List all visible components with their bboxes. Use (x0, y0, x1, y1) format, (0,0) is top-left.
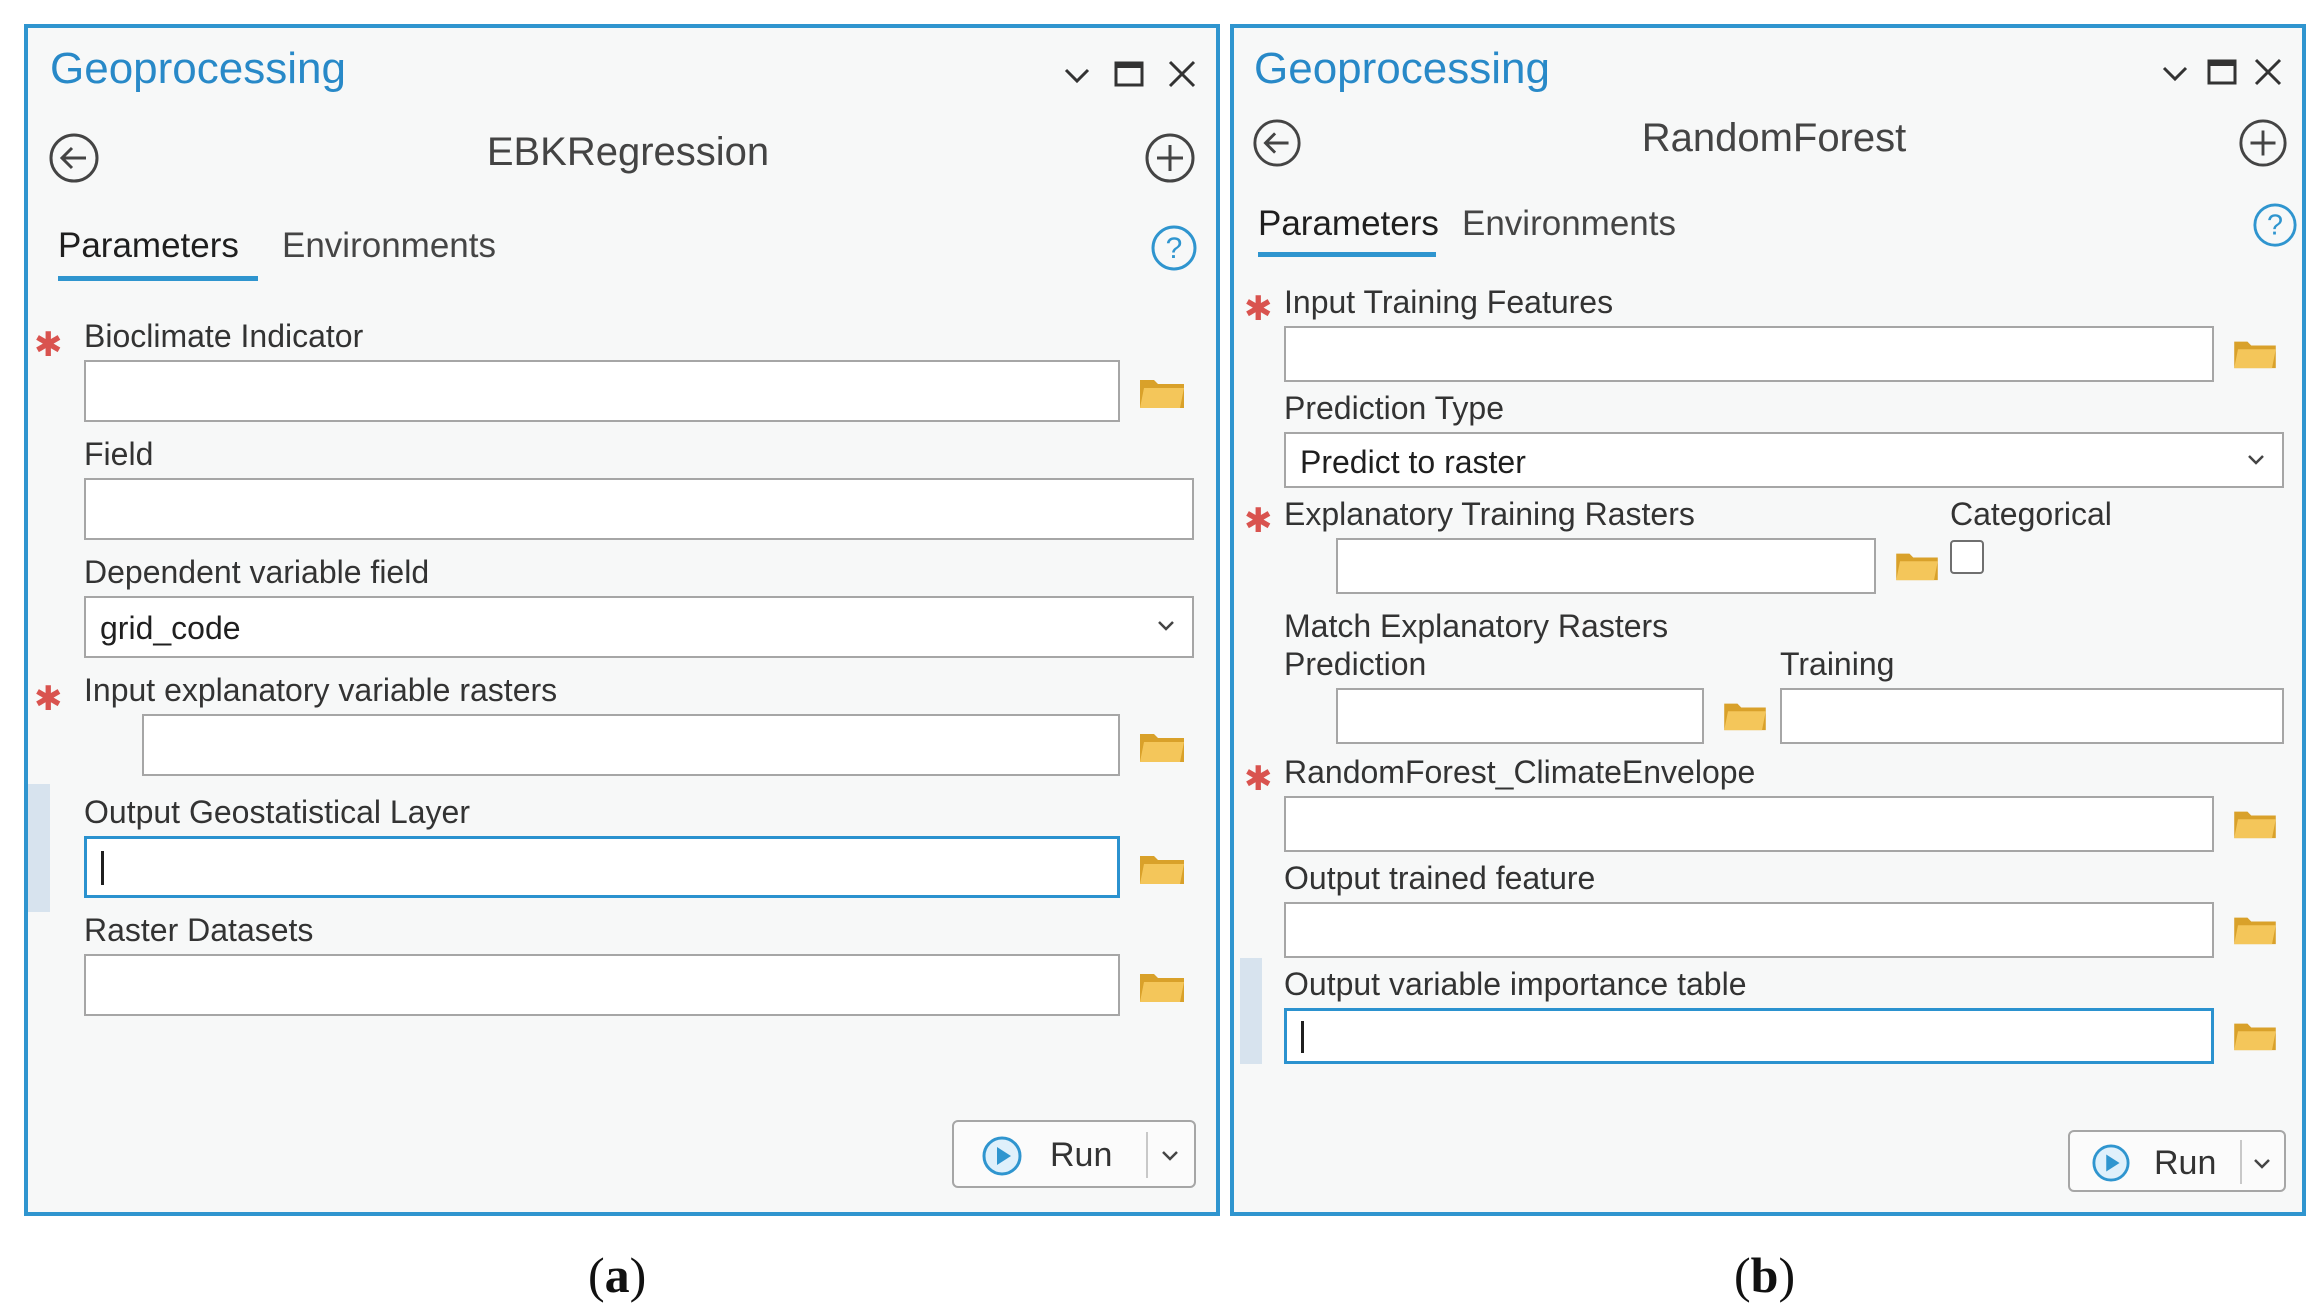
geoprocessing-pane-b: Geoprocessing RandomForest Parameters En… (1230, 24, 2306, 1216)
close-icon[interactable] (2252, 56, 2284, 88)
dependent-variable-field-value: grid_code (100, 610, 241, 646)
folder-icon[interactable] (1138, 374, 1186, 410)
run-icon (982, 1136, 1022, 1176)
folder-icon[interactable] (1138, 850, 1186, 886)
folder-icon[interactable] (2232, 806, 2278, 840)
chevron-down-icon[interactable] (1156, 618, 1176, 634)
tab-environments[interactable]: Environments (282, 226, 496, 266)
folder-icon[interactable] (2232, 912, 2278, 946)
run-divider (2240, 1140, 2242, 1184)
run-label: Run (2154, 1144, 2217, 1182)
required-marker: ✱ (34, 326, 63, 364)
prediction-label: Prediction (1284, 646, 1427, 682)
back-icon[interactable] (48, 132, 100, 184)
folder-icon[interactable] (2232, 336, 2278, 370)
focus-indicator-bar (1240, 958, 1262, 1064)
svg-text:?: ? (2267, 210, 2283, 242)
caption-b: (b) (1734, 1246, 1795, 1304)
raster-datasets-input[interactable] (84, 954, 1120, 1016)
bioclimate-indicator-label: Bioclimate Indicator (84, 318, 364, 354)
close-icon[interactable] (1166, 58, 1198, 90)
prediction-type-label: Prediction Type (1284, 390, 1504, 426)
required-marker: ✱ (1244, 760, 1273, 798)
required-marker: ✱ (1244, 502, 1273, 540)
input-explanatory-rasters-label: Input explanatory variable rasters (84, 672, 558, 708)
caption-letter: a (604, 1247, 630, 1303)
tab-parameters[interactable]: Parameters (1258, 204, 1439, 244)
folder-icon[interactable] (1138, 728, 1186, 764)
maximize-icon[interactable] (2206, 56, 2238, 88)
output-variable-importance-table-input[interactable] (1284, 1008, 2214, 1064)
prediction-type-value: Predict to raster (1300, 444, 1526, 480)
dependent-variable-field-label: Dependent variable field (84, 554, 430, 590)
chevron-down-icon[interactable] (2246, 452, 2266, 468)
caption-open: ( (1734, 1247, 1751, 1303)
match-training-input[interactable] (1780, 688, 2284, 744)
run-button[interactable]: Run (2068, 1130, 2286, 1192)
pane-title: Geoprocessing (50, 44, 346, 93)
folder-icon[interactable] (1138, 968, 1186, 1004)
run-button[interactable]: Run (952, 1120, 1196, 1188)
maximize-icon[interactable] (1113, 58, 1145, 90)
pane-title: Geoprocessing (1254, 44, 1550, 93)
categorical-label: Categorical (1950, 496, 2112, 532)
chevron-down-icon[interactable] (1160, 1148, 1180, 1164)
climate-envelope-input[interactable] (1284, 796, 2214, 852)
geoprocessing-pane-a: Geoprocessing EBKRegression Parameters E… (24, 24, 1220, 1216)
output-trained-feature-label: Output trained feature (1284, 860, 1596, 896)
dependent-variable-field-select[interactable]: grid_code (84, 596, 1194, 658)
field-input[interactable] (84, 478, 1194, 540)
caption-close: ) (1778, 1247, 1796, 1303)
text-cursor (1301, 1021, 1304, 1053)
match-prediction-input[interactable] (1336, 688, 1704, 744)
caption-open: ( (588, 1247, 605, 1303)
tool-name: EBKRegression (486, 130, 770, 174)
required-marker: ✱ (34, 680, 63, 718)
required-marker: ✱ (1244, 290, 1273, 328)
pane-options-chevron-icon[interactable] (2160, 62, 2190, 86)
tool-name: RandomForest (1641, 116, 1907, 160)
bioclimate-indicator-input[interactable] (84, 360, 1120, 422)
explanatory-training-rasters-input[interactable] (1336, 538, 1876, 594)
text-cursor (101, 851, 104, 885)
explanatory-training-rasters-label: Explanatory Training Rasters (1284, 496, 1695, 532)
tab-parameters[interactable]: Parameters (58, 226, 239, 266)
categorical-checkbox[interactable] (1950, 540, 1984, 574)
folder-icon[interactable] (1894, 548, 1940, 582)
active-tab-underline (58, 276, 258, 281)
caption-letter: b (1750, 1247, 1779, 1303)
output-geostatistical-layer-input[interactable] (84, 836, 1120, 898)
field-label: Field (84, 436, 154, 472)
pane-options-chevron-icon[interactable] (1062, 64, 1092, 88)
back-icon[interactable] (1252, 118, 1302, 168)
run-divider (1146, 1132, 1148, 1178)
chevron-down-icon[interactable] (2252, 1156, 2272, 1172)
climate-envelope-label: RandomForest_ClimateEnvelope (1284, 754, 1756, 790)
training-label: Training (1780, 646, 1895, 682)
active-tab-underline (1258, 252, 1436, 257)
prediction-type-select[interactable]: Predict to raster (1284, 432, 2284, 488)
help-icon[interactable]: ? (1150, 224, 1198, 272)
output-variable-importance-table-label: Output variable importance table (1284, 966, 1747, 1002)
output-trained-feature-input[interactable] (1284, 902, 2214, 958)
input-training-features-label: Input Training Features (1284, 284, 1614, 320)
add-icon[interactable] (1144, 132, 1196, 184)
input-explanatory-rasters-input[interactable] (142, 714, 1120, 776)
input-training-features-input[interactable] (1284, 326, 2214, 382)
caption-a: (a) (588, 1246, 646, 1304)
folder-icon[interactable] (1722, 698, 1768, 732)
output-geostatistical-layer-label: Output Geostatistical Layer (84, 794, 470, 830)
focus-indicator-bar (28, 784, 50, 912)
run-icon (2092, 1144, 2130, 1182)
folder-icon[interactable] (2232, 1018, 2278, 1052)
help-icon[interactable]: ? (2252, 202, 2298, 248)
run-label: Run (1050, 1136, 1113, 1174)
caption-close: ) (629, 1247, 647, 1303)
add-icon[interactable] (2238, 118, 2288, 168)
raster-datasets-label: Raster Datasets (84, 912, 314, 948)
tab-environments[interactable]: Environments (1462, 204, 1676, 244)
svg-text:?: ? (1166, 232, 1183, 265)
match-explanatory-rasters-label: Match Explanatory Rasters (1284, 608, 1669, 644)
